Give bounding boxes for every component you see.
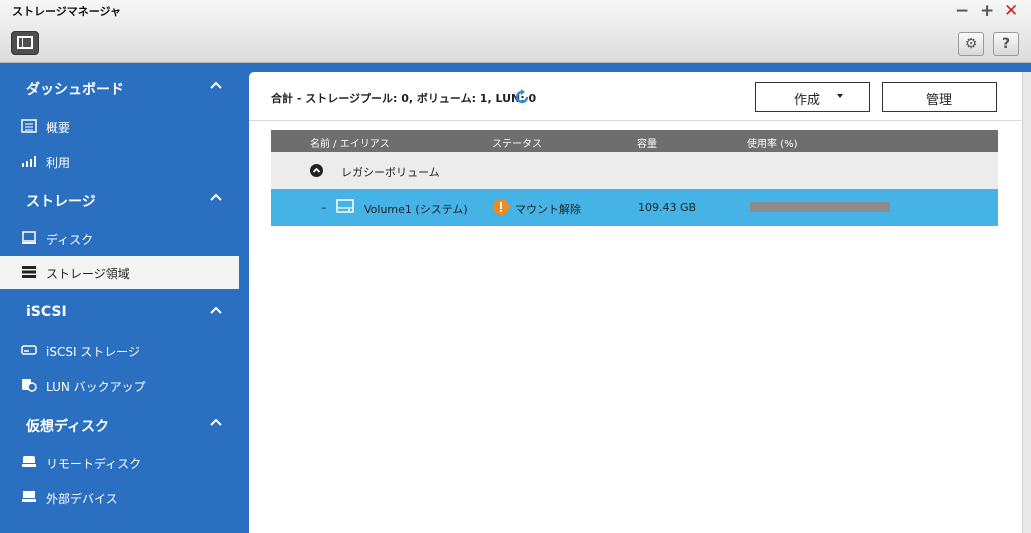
sidebar-item-label: iSCSI ストレージ: [46, 345, 141, 359]
iscsi-storage-icon: [21, 345, 37, 355]
column-header-capacity[interactable]: 容量: [637, 135, 657, 150]
table-header: 名前 / エイリアス ステータス 容量 使用率 (%): [271, 130, 998, 152]
usage-chart-icon: [22, 156, 36, 167]
overview-icon: [21, 119, 37, 133]
usage-bar-fill: [750, 202, 890, 212]
disk-icon: [22, 231, 36, 244]
settings-button[interactable]: ⚙: [958, 32, 984, 56]
column-header-usage[interactable]: 使用率 (%): [747, 135, 797, 150]
lun-backup-icon: [22, 379, 37, 392]
sidebar-item-label: リモートディスク: [46, 457, 142, 471]
sidebar-item-label: ディスク: [46, 233, 94, 247]
volume-capacity: 109.43 GB: [638, 201, 697, 214]
window-title: ストレージマネージャ: [12, 5, 122, 18]
sidebar-item-external-device[interactable]: 外部デバイス: [0, 481, 239, 514]
close-button[interactable]: ✕: [1004, 2, 1018, 20]
chevron-up-icon: [210, 193, 222, 201]
chevron-up-icon: [210, 81, 222, 89]
section-label: 仮想ディスク: [26, 419, 110, 435]
layout-toggle-button[interactable]: [11, 31, 39, 55]
sidebar-item-overview[interactable]: 概要: [0, 110, 239, 143]
row-expander: –: [321, 201, 327, 214]
storage-summary: 合計 - ストレージプール: 0, ボリューム: 1, LUN: 0: [271, 92, 537, 105]
external-device-icon: [22, 491, 36, 502]
volume-status: マウント解除: [515, 203, 581, 216]
volume-icon: [336, 199, 354, 213]
sidebar-item-label: 外部デバイス: [46, 492, 118, 506]
sidebar-item-usage[interactable]: 利用: [0, 145, 239, 178]
remote-disk-icon: [22, 456, 36, 467]
refresh-icon[interactable]: [514, 89, 530, 105]
section-label: iSCSI: [26, 304, 67, 320]
caret-down-icon: [837, 94, 843, 98]
create-button-label: 作成: [794, 93, 821, 108]
chevron-up-icon: [210, 418, 222, 426]
collapse-chevron-icon[interactable]: [310, 164, 323, 177]
usage-bar: [750, 202, 890, 212]
title-bar: ストレージマネージャ − + ✕ ⚙ ?: [0, 0, 1031, 63]
layout-icon: [17, 36, 33, 49]
scrollbar-track[interactable]: [1022, 72, 1031, 533]
sidebar-item-disk[interactable]: ディスク: [0, 222, 239, 255]
sidebar-item-remote-disk[interactable]: リモートディスク: [0, 446, 239, 479]
volume-name: Volume1 (システム): [364, 203, 468, 216]
create-button[interactable]: 作成: [755, 82, 870, 112]
group-row-legacy-volume[interactable]: レガシーボリューム: [271, 152, 998, 189]
warning-icon: [493, 199, 509, 215]
sidebar-item-label: LUN バックアップ: [46, 380, 146, 394]
sidebar: ダッシュボード 概要 利用 ストレージ ディスク ストレージ領域 iSCSI i…: [0, 63, 239, 533]
sidebar-item-label: ストレージ領域: [46, 267, 130, 281]
chevron-up-icon: [210, 306, 222, 314]
column-header-name[interactable]: 名前 / エイリアス: [310, 135, 390, 150]
sidebar-item-label: 利用: [46, 156, 71, 170]
maximize-button[interactable]: +: [980, 2, 994, 20]
storage-space-icon: [22, 266, 36, 278]
sidebar-section-iscsi[interactable]: iSCSI: [0, 300, 239, 326]
table-row[interactable]: – Volume1 (システム) マウント解除 109.43 GB: [271, 189, 998, 226]
sidebar-section-virtual-disk[interactable]: 仮想ディスク: [0, 412, 239, 438]
sidebar-item-lun-backup[interactable]: LUN バックアップ: [0, 369, 239, 402]
column-header-status[interactable]: ステータス: [492, 135, 542, 150]
sidebar-section-storage[interactable]: ストレージ: [0, 187, 239, 213]
manage-button[interactable]: 管理: [882, 82, 997, 112]
minimize-button[interactable]: −: [955, 2, 969, 20]
manage-button-label: 管理: [926, 93, 953, 108]
header-divider: [249, 120, 1021, 121]
gear-icon: ⚙: [964, 36, 978, 52]
sidebar-item-label: 概要: [46, 121, 71, 135]
section-label: ダッシュボード: [26, 82, 124, 98]
sidebar-item-storage-space[interactable]: ストレージ領域: [0, 256, 239, 289]
group-label: レガシーボリューム: [341, 166, 440, 179]
storage-space-panel: 合計 - ストレージプール: 0, ボリューム: 1, LUN: 0 作成 管理…: [249, 72, 1031, 533]
sidebar-section-dashboard[interactable]: ダッシュボード: [0, 75, 239, 101]
section-label: ストレージ: [26, 194, 96, 210]
sidebar-item-iscsi-storage[interactable]: iSCSI ストレージ: [0, 334, 239, 367]
help-button[interactable]: ?: [993, 32, 1019, 56]
